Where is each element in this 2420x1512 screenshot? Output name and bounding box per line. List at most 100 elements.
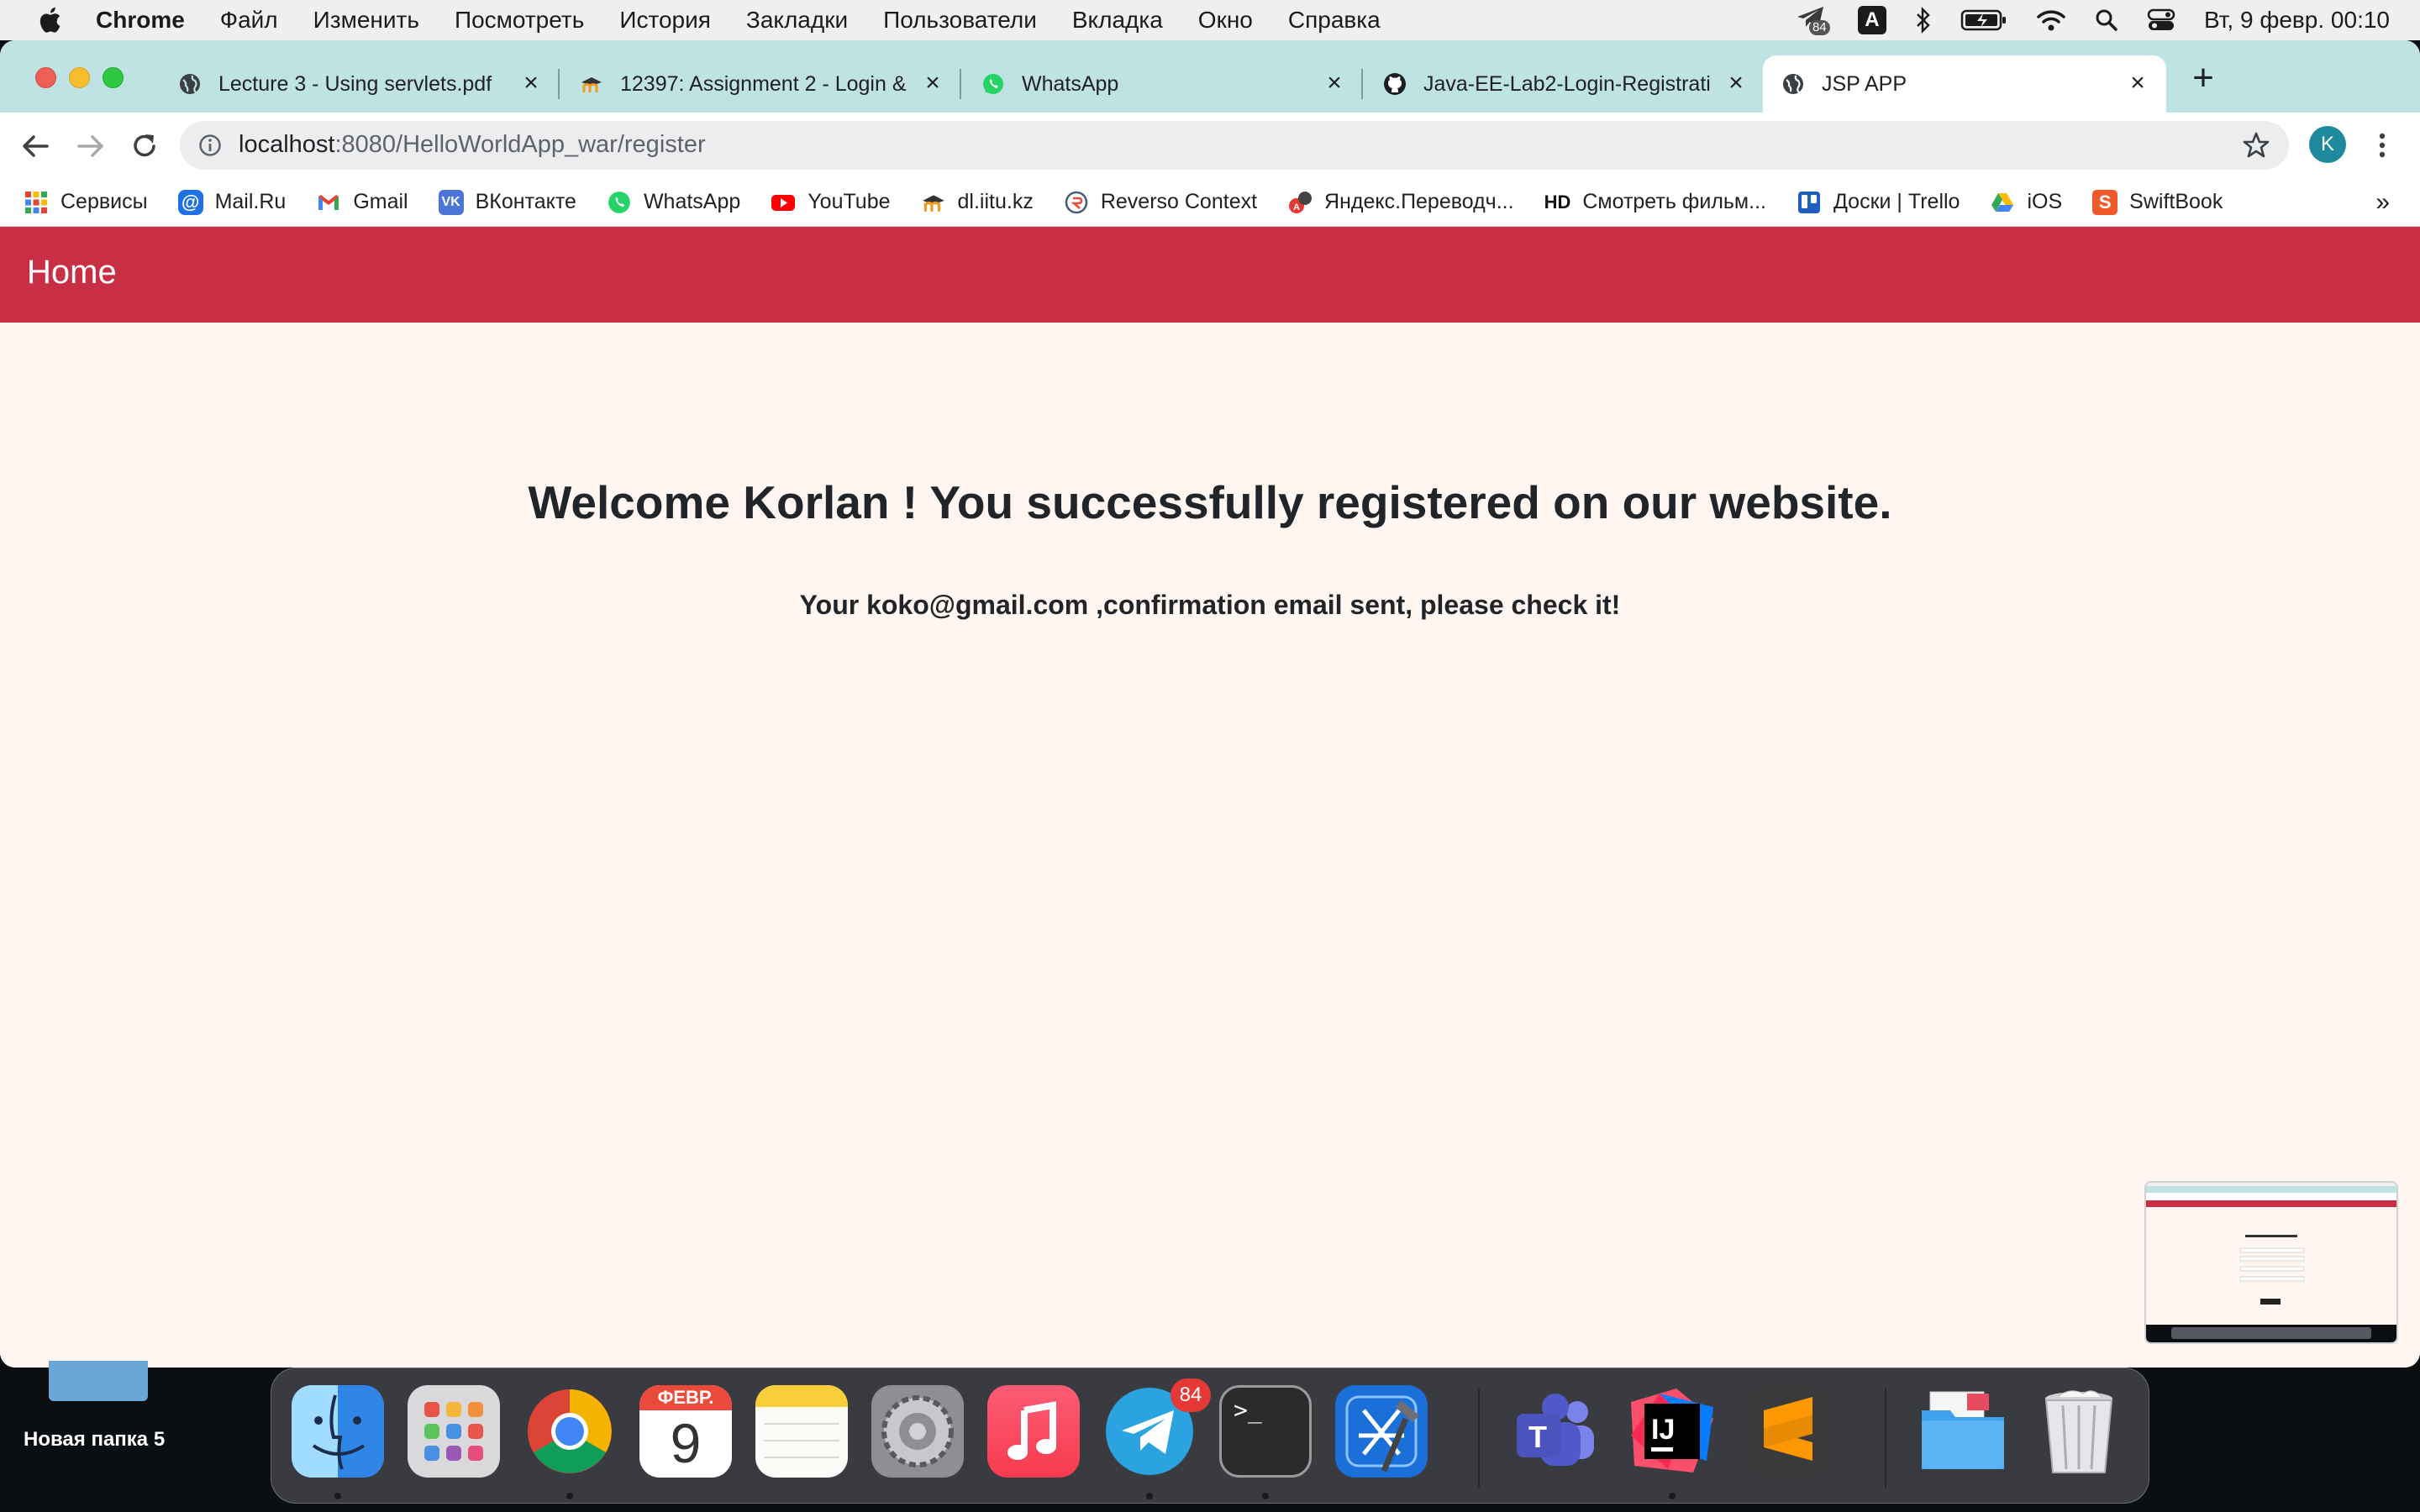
tab-jsp-app[interactable]: JSP APP × bbox=[1763, 55, 2166, 113]
downloads-folder-icon[interactable] bbox=[1917, 1385, 2009, 1478]
menu-window[interactable]: Окно bbox=[1198, 7, 1253, 34]
bookmark-vk[interactable]: VK ВКонтакте bbox=[438, 189, 576, 215]
more-menu-icon[interactable] bbox=[2370, 131, 2395, 160]
terminal-icon[interactable]: >_ bbox=[1219, 1385, 1312, 1478]
menu-bookmarks[interactable]: Закладки bbox=[746, 7, 848, 34]
screenshot-preview-thumbnail[interactable] bbox=[2144, 1181, 2398, 1344]
desktop-folder-label[interactable]: Новая папка 5 bbox=[24, 1428, 165, 1452]
xcode-icon[interactable] bbox=[1335, 1385, 1428, 1478]
bookmark-ios[interactable]: iOS bbox=[1990, 190, 2062, 215]
fullscreen-window-button[interactable] bbox=[103, 67, 124, 88]
bookmark-label: Gmail bbox=[353, 190, 408, 213]
telegram-status-icon[interactable]: 84 bbox=[1796, 5, 1830, 35]
address-bar[interactable]: localhost:8080/HelloWorldApp_war/registe… bbox=[180, 121, 2289, 170]
telegram-unread-badge: 84 bbox=[1171, 1378, 1211, 1412]
spotlight-search-icon[interactable] bbox=[2095, 8, 2118, 32]
google-drive-icon bbox=[1991, 192, 2014, 212]
menu-help[interactable]: Справка bbox=[1288, 7, 1381, 34]
tab-lecture-pdf[interactable]: Lecture 3 - Using servlets.pdf × bbox=[178, 55, 541, 113]
bookmark-yandex-translate[interactable]: A Яндекс.Переводч... bbox=[1287, 190, 1514, 215]
control-center-icon[interactable] bbox=[2147, 8, 2175, 32]
calendar-icon[interactable]: ФЕВР. 9 bbox=[639, 1385, 732, 1478]
menu-tab[interactable]: Вкладка bbox=[1072, 7, 1163, 34]
intellij-icon[interactable]: IJ bbox=[1626, 1385, 1718, 1478]
menu-file[interactable]: Файл bbox=[220, 7, 278, 34]
launchpad-icon[interactable] bbox=[408, 1385, 500, 1478]
bookmark-gmail[interactable]: Gmail bbox=[316, 190, 408, 215]
input-source-icon[interactable]: A bbox=[1857, 6, 1886, 34]
chrome-window: Lecture 3 - Using servlets.pdf × 12397: … bbox=[0, 40, 2420, 1368]
bookmark-trello[interactable]: Доски | Trello bbox=[1797, 190, 1960, 215]
bookmarks-overflow-icon[interactable]: » bbox=[2375, 188, 2390, 217]
desktop-folder-icon[interactable] bbox=[49, 1361, 148, 1401]
reload-icon[interactable] bbox=[128, 129, 161, 163]
finder-icon[interactable] bbox=[292, 1385, 384, 1478]
system-preferences-icon[interactable] bbox=[871, 1385, 964, 1478]
music-icon[interactable] bbox=[987, 1385, 1080, 1478]
tab-label: Java-EE-Lab2-Login-Registrati bbox=[1423, 71, 1711, 96]
forward-arrow-icon[interactable] bbox=[74, 129, 108, 163]
menu-app-name[interactable]: Chrome bbox=[96, 7, 185, 34]
bookmark-label: WhatsApp bbox=[643, 190, 741, 213]
bookmark-label: Яндекс.Переводч... bbox=[1324, 190, 1514, 213]
tab-divider bbox=[960, 69, 961, 99]
tab-github[interactable]: Java-EE-Lab2-Login-Registrati × bbox=[1383, 55, 1746, 113]
menu-clock[interactable]: Вт, 9 февр. 00:10 bbox=[2204, 7, 2390, 34]
close-tab-icon[interactable]: × bbox=[923, 71, 943, 96]
bookmark-whatsapp[interactable]: WhatsApp bbox=[607, 190, 740, 215]
bookmark-label: iOS bbox=[2027, 190, 2063, 213]
bookmark-youtube[interactable]: YouTube bbox=[771, 190, 891, 215]
close-tab-icon[interactable]: × bbox=[1726, 71, 1746, 96]
running-indicator bbox=[334, 1493, 341, 1499]
screenshot-preview-image bbox=[2146, 1183, 2396, 1342]
bookmark-dl-iitu[interactable]: dl.iitu.kz bbox=[921, 190, 1034, 215]
trash-icon[interactable] bbox=[2033, 1385, 2125, 1478]
menu-profiles[interactable]: Пользователи bbox=[883, 7, 1037, 34]
tab-label: WhatsApp bbox=[1022, 71, 1119, 96]
close-tab-icon[interactable]: × bbox=[2128, 71, 2148, 96]
battery-icon[interactable] bbox=[1960, 8, 2007, 32]
minimize-window-button[interactable] bbox=[69, 67, 90, 88]
wifi-icon[interactable] bbox=[2036, 8, 2066, 32]
bookmark-label: Reverso Context bbox=[1100, 190, 1258, 213]
tab-whatsapp[interactable]: WhatsApp × bbox=[981, 55, 1344, 113]
bookmark-movies[interactable]: HD Смотреть фильм... bbox=[1544, 190, 1766, 215]
menu-edit[interactable]: Изменить bbox=[313, 7, 419, 34]
bookmark-mailru[interactable]: @ Mail.Ru bbox=[177, 189, 286, 215]
tab-assignment[interactable]: 12397: Assignment 2 - Login & × bbox=[580, 55, 943, 113]
tab-divider bbox=[558, 69, 560, 99]
bookmark-label: Смотреть фильм... bbox=[1582, 190, 1766, 213]
bookmark-services[interactable]: Сервисы bbox=[24, 190, 148, 215]
bookmark-label: Доски | Trello bbox=[1833, 190, 1960, 213]
profile-avatar[interactable]: K bbox=[2309, 126, 2346, 163]
yandex-translate-icon: A bbox=[1289, 191, 1313, 213]
teams-icon[interactable]: T bbox=[1510, 1385, 1602, 1478]
moodle-icon bbox=[922, 194, 944, 212]
close-window-button[interactable] bbox=[35, 67, 56, 88]
notes-icon[interactable] bbox=[755, 1385, 848, 1478]
hd-icon: HD bbox=[1544, 191, 1571, 213]
new-tab-button[interactable]: + bbox=[2188, 60, 2218, 97]
mailru-icon: @ bbox=[177, 189, 203, 215]
svg-text:IJ: IJ bbox=[1651, 1414, 1675, 1446]
nav-home-link[interactable]: Home bbox=[27, 254, 117, 291]
site-info-icon[interactable] bbox=[198, 134, 222, 157]
running-indicator bbox=[566, 1493, 573, 1499]
tab-strip: Lecture 3 - Using servlets.pdf × 12397: … bbox=[0, 40, 2420, 113]
chrome-icon[interactable] bbox=[523, 1385, 616, 1478]
menu-view[interactable]: Посмотреть bbox=[455, 7, 584, 34]
close-tab-icon[interactable]: × bbox=[1324, 71, 1344, 96]
back-arrow-icon[interactable] bbox=[18, 129, 52, 163]
bookmark-reverso[interactable]: Reverso Context bbox=[1064, 190, 1257, 215]
bluetooth-icon[interactable] bbox=[1915, 7, 1932, 34]
apple-menu-icon[interactable] bbox=[35, 5, 62, 35]
running-indicator bbox=[1262, 1493, 1269, 1499]
tab-label: JSP APP bbox=[1822, 71, 1907, 96]
sublime-icon[interactable] bbox=[1742, 1385, 1834, 1478]
bookmark-star-icon[interactable] bbox=[2242, 131, 2270, 160]
url-text[interactable]: localhost:8080/HelloWorldApp_war/registe… bbox=[239, 131, 706, 159]
bookmark-swiftbook[interactable]: S SwiftBook bbox=[2092, 189, 2223, 215]
menu-history[interactable]: История bbox=[619, 7, 711, 34]
close-tab-icon[interactable]: × bbox=[521, 71, 541, 96]
youtube-icon bbox=[771, 194, 796, 211]
